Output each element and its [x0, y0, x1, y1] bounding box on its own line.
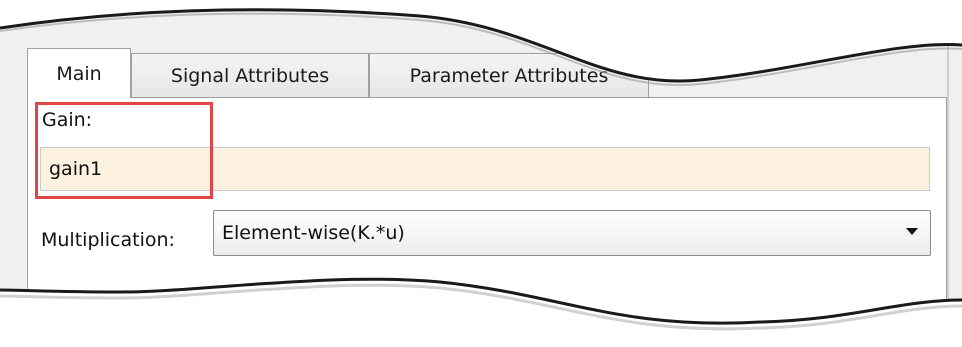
gain-input-value: gain1 [49, 158, 103, 180]
tab-parameter-attributes[interactable]: Parameter Attributes [369, 53, 649, 97]
tab-parameter-attributes-label: Parameter Attributes [409, 64, 609, 87]
multiplication-dropdown[interactable]: Element-wise(K.*u) [213, 210, 931, 256]
chevron-down-icon[interactable] [906, 228, 918, 235]
tab-signal-attributes[interactable]: Signal Attributes [131, 53, 369, 97]
window-right-border [947, 0, 949, 335]
tab-signal-attributes-label: Signal Attributes [170, 64, 330, 87]
main-tab-content: Gain: gain1 Multiplication: Element-wise… [27, 97, 947, 347]
multiplication-selected-value: Element-wise(K.*u) [222, 222, 405, 244]
tab-main-label: Main [56, 62, 102, 85]
gain-label: Gain: [42, 109, 93, 131]
multiplication-label: Multiplication: [41, 229, 175, 251]
block-parameters-panel: Main Signal Attributes Parameter Attribu… [0, 0, 962, 335]
gain-input[interactable]: gain1 [40, 147, 930, 191]
tab-main[interactable]: Main [27, 48, 131, 98]
